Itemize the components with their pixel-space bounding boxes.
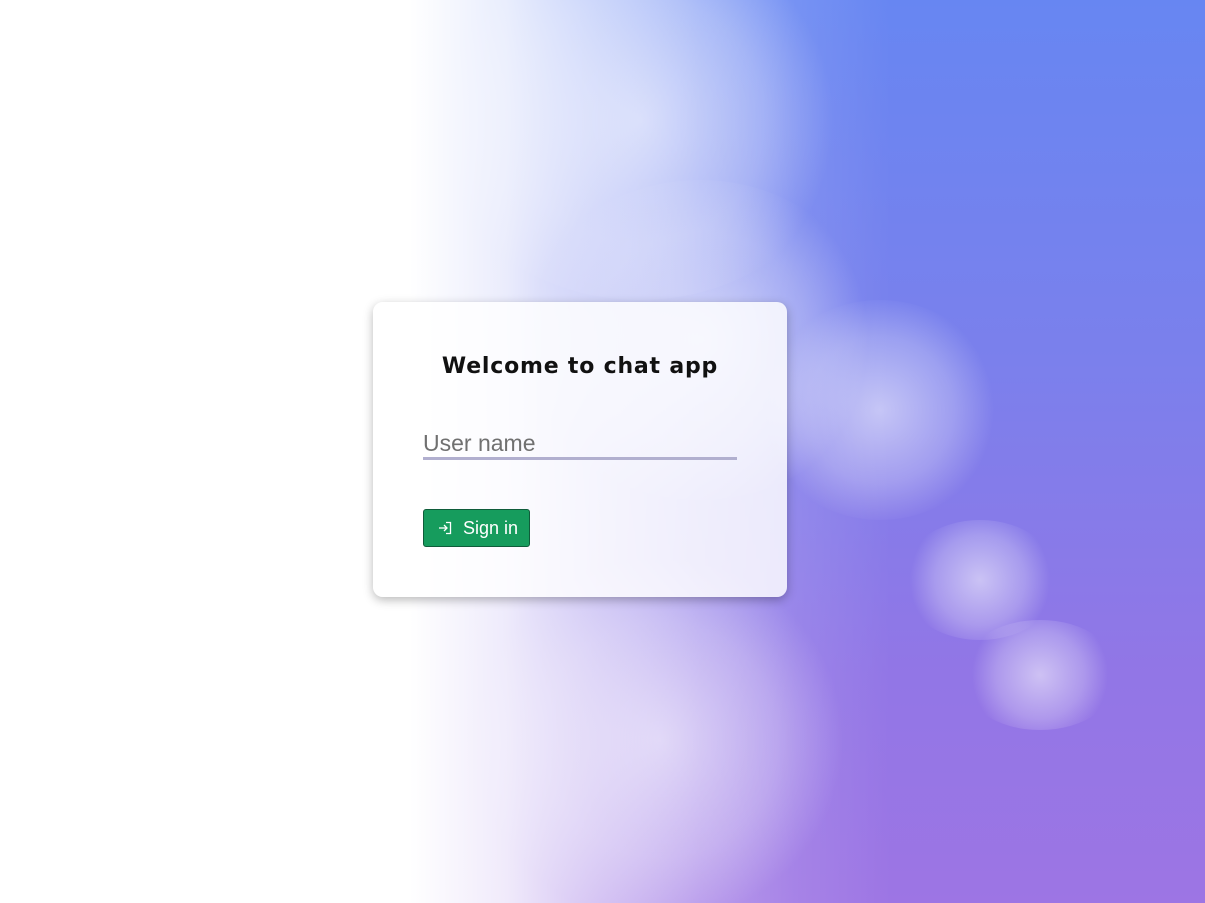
sign-in-label: Sign in [463, 517, 519, 538]
username-input[interactable] [423, 430, 737, 460]
login-card: Welcome to chat app Sign in [373, 302, 787, 597]
sign-in-button[interactable]: Sign in [423, 509, 531, 547]
login-title: Welcome to chat app [441, 354, 719, 379]
sign-in-icon [437, 520, 453, 536]
